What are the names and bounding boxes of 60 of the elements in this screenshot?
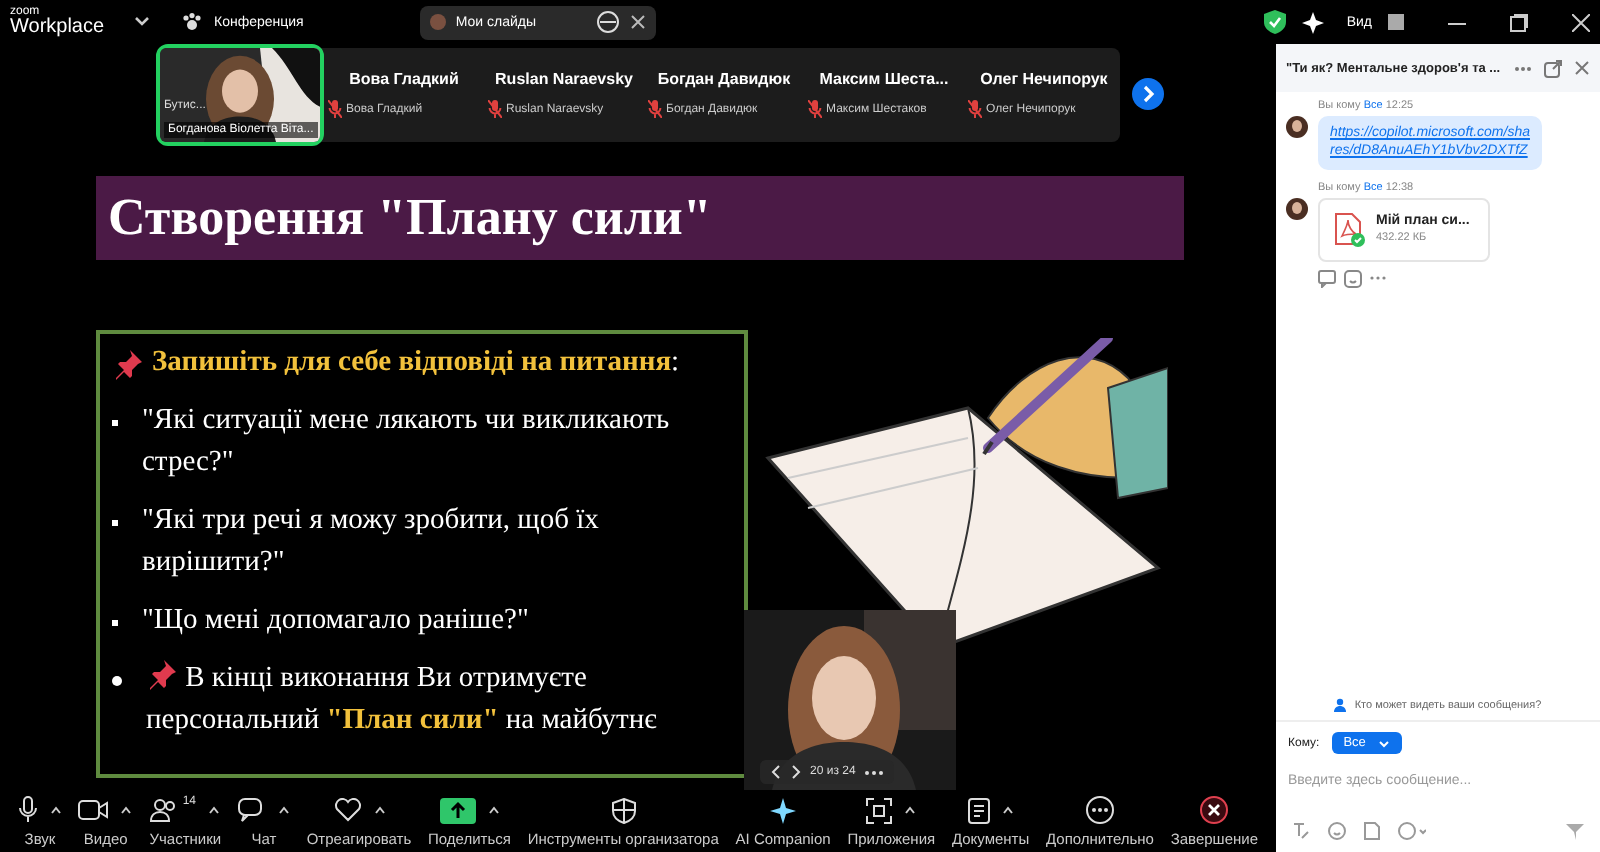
heart-icon [333,798,361,822]
participant-title: Олег Нечипорук [978,70,1110,88]
pushpin-icon [112,347,144,379]
pop-out-icon[interactable] [1544,59,1562,77]
next-page-icon[interactable] [1132,78,1164,110]
caret-icon[interactable] [487,806,500,814]
emoji-icon[interactable] [1344,269,1362,288]
document-icon [967,797,990,823]
avatar-icon [1286,197,1308,220]
more-icon [1085,796,1114,824]
screenshot-icon[interactable] [1398,822,1426,840]
bullet-icon [112,676,122,687]
slide-heading: Запишіть для себе відповіді на питання: [152,344,680,382]
slide-bullet: "Які три речі я можу зробити, щоб їх вирішити?" [142,502,601,583]
caret-icon[interactable] [208,806,221,814]
sparkle-icon[interactable] [1302,11,1325,33]
bullet-icon [112,420,118,427]
participant-title: Ruslan Naraevsky [493,70,635,88]
bullet-icon [112,520,118,527]
share-icon [439,797,476,823]
slide-title: Створення "Плану сили" [96,176,1184,260]
previous-icon[interactable] [770,764,782,780]
bullet-icon [112,620,118,627]
participant-title: Вова Гладкий [347,70,461,88]
chat-icon [237,797,266,823]
stop-share-icon[interactable] [595,10,620,34]
microphone-icon [18,796,38,824]
shield-icon [611,797,636,823]
caret-icon[interactable] [277,806,290,814]
slide-bullet: В кінці виконання Ви отримуєте персональний "План сили" на майбутнє [146,658,659,741]
format-icon[interactable] [1292,822,1310,840]
participant-title: Богдан Давидюк [655,70,793,88]
slide-bullet: "Які ситуації мене лякають чи викликають стрес?" [142,402,672,483]
file-icon[interactable] [1364,822,1380,840]
maximize-icon[interactable] [1510,13,1528,31]
person-lock-icon [1334,698,1349,712]
pushpin-icon [146,658,178,691]
end-meeting-icon [1200,796,1229,824]
participant-title: Максим Шеста... [817,70,951,88]
caret-icon [1377,739,1390,747]
chevron-down-icon[interactable] [134,16,150,28]
avatar-icon [1286,116,1308,138]
next-icon[interactable] [790,764,802,780]
avatar-icon [429,14,446,30]
more-icon[interactable] [863,769,884,775]
caret-icon[interactable] [904,806,917,814]
sparkle-icon [770,797,797,823]
caret-icon[interactable] [120,806,133,814]
reply-icon[interactable] [1318,269,1336,288]
caret-icon[interactable] [50,806,62,814]
apps-icon [866,797,893,823]
caret-icon[interactable] [373,806,385,814]
close-icon[interactable] [1572,13,1590,31]
camera-icon [78,800,109,820]
close-icon[interactable] [629,14,646,30]
emoji-icon[interactable] [1328,822,1346,840]
shield-check-icon[interactable] [1264,10,1287,34]
slide-bullet: "Що мені допомагало раніше?" [142,602,529,641]
caret-icon[interactable] [1001,806,1014,814]
pdf-file-icon [1334,211,1366,248]
